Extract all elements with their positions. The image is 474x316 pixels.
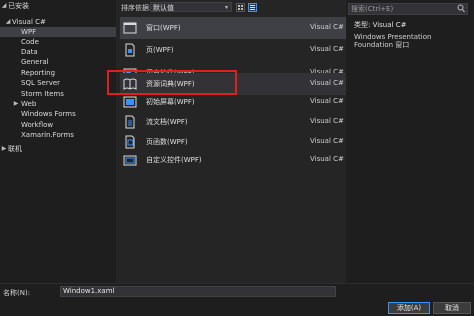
custom-control-icon (123, 153, 137, 167)
template-name: 页函数(WPF) (146, 138, 188, 146)
tree-item-web[interactable]: ▶ Web (0, 99, 116, 109)
chevron-down-icon[interactable]: ◢ (0, 1, 8, 11)
template-name: 自定义控件(WPF) (146, 156, 202, 164)
tree-item-data[interactable]: Data (0, 47, 116, 57)
template-item-window[interactable]: 窗口(WPF) Visual C# (120, 17, 346, 39)
tree-item-storm-items[interactable]: Storm Items (0, 89, 116, 99)
tree-item-code[interactable]: Code (0, 37, 116, 47)
sort-dropdown[interactable]: 默认值 ▾ (150, 2, 232, 12)
category-tree: ◢ 已安装 ◢ Visual C# WPF Code Data General … (0, 0, 116, 283)
tree-label: Code (21, 38, 39, 46)
chevron-right-icon[interactable]: ▶ (0, 144, 8, 154)
tree-label: Workflow (21, 121, 54, 129)
name-input[interactable]: Window1.xaml (60, 286, 336, 297)
template-name: 页(WPF) (146, 46, 174, 54)
tree-label-visual-csharp: Visual C# (12, 18, 46, 26)
template-language: Visual C# (310, 117, 344, 125)
template-name: 初始屏幕(WPF) (146, 98, 195, 106)
template-language: Visual C# (310, 23, 344, 31)
detail-description: Windows Presentation Foundation 窗口 (354, 33, 432, 49)
name-label: 名称(N): (3, 289, 31, 297)
tree-label: General (21, 58, 49, 66)
template-language: Visual C# (310, 97, 344, 105)
template-item-page[interactable]: 页(WPF) Visual C# (120, 39, 346, 61)
highlight-box (107, 70, 237, 95)
tree-item-sql-server[interactable]: SQL Server (0, 78, 116, 88)
chevron-down-icon[interactable]: ◢ (4, 17, 12, 27)
template-language: Visual C# (310, 155, 344, 163)
template-name: 流文档(WPF) (146, 118, 188, 126)
chevron-right-icon[interactable]: ▶ (12, 99, 20, 109)
tree-node-online[interactable]: ▶ 联机 (0, 144, 116, 154)
grid-view-icon[interactable] (236, 3, 245, 12)
tree-label: SQL Server (21, 79, 61, 87)
search-input[interactable]: 搜索(Ctrl+E) (348, 3, 468, 15)
tree-label-installed: 已安装 (8, 2, 29, 10)
template-language: Visual C# (310, 79, 344, 87)
tree-item-reporting[interactable]: Reporting (0, 68, 116, 78)
search-icon[interactable] (457, 4, 465, 16)
tree-item-windows-forms[interactable]: Windows Forms (0, 109, 116, 119)
tree-node-installed[interactable]: ◢ 已安装 (0, 1, 116, 11)
window-icon (123, 21, 137, 35)
flow-document-icon (123, 115, 137, 129)
tree-node-visual-csharp[interactable]: ◢ Visual C# (0, 17, 116, 27)
tree-label: Windows Forms (21, 110, 76, 118)
tree-item-general[interactable]: General (0, 57, 116, 67)
detail-type: 类型: Visual C# (354, 21, 407, 29)
tree-label: WPF (21, 28, 37, 36)
tree-label: Web (21, 100, 37, 108)
tree-label: Xamarin.Forms (21, 131, 74, 139)
tree-item-xamarin-forms[interactable]: Xamarin.Forms (0, 130, 116, 140)
tree-item-workflow[interactable]: Workflow (0, 120, 116, 130)
template-item-flow-document[interactable]: 流文档(WPF) Visual C# (120, 111, 346, 133)
template-language: Visual C# (310, 137, 344, 145)
sort-label: 排序依据: (121, 4, 152, 12)
search-placeholder: 搜索(Ctrl+E) (351, 5, 394, 13)
cancel-button[interactable]: 取消 (433, 302, 471, 314)
tree-label: Data (21, 48, 38, 56)
tree-label: Reporting (21, 69, 56, 77)
list-view-icon[interactable] (248, 3, 257, 12)
page-icon (123, 43, 137, 57)
tree-label: Storm Items (21, 90, 64, 98)
template-name: 窗口(WPF) (146, 24, 181, 32)
sort-value: 默认值 (153, 4, 174, 12)
chevron-down-icon: ▾ (224, 4, 228, 11)
splash-screen-icon (123, 95, 137, 109)
page-function-icon (123, 135, 137, 149)
template-language: Visual C# (310, 45, 344, 53)
add-button[interactable]: 添加(A) (388, 302, 430, 314)
tree-item-wpf[interactable]: WPF (0, 27, 116, 37)
template-item-custom-control[interactable]: 自定义控件(WPF) Visual C# (120, 149, 346, 171)
tree-label-online: 联机 (8, 145, 22, 153)
